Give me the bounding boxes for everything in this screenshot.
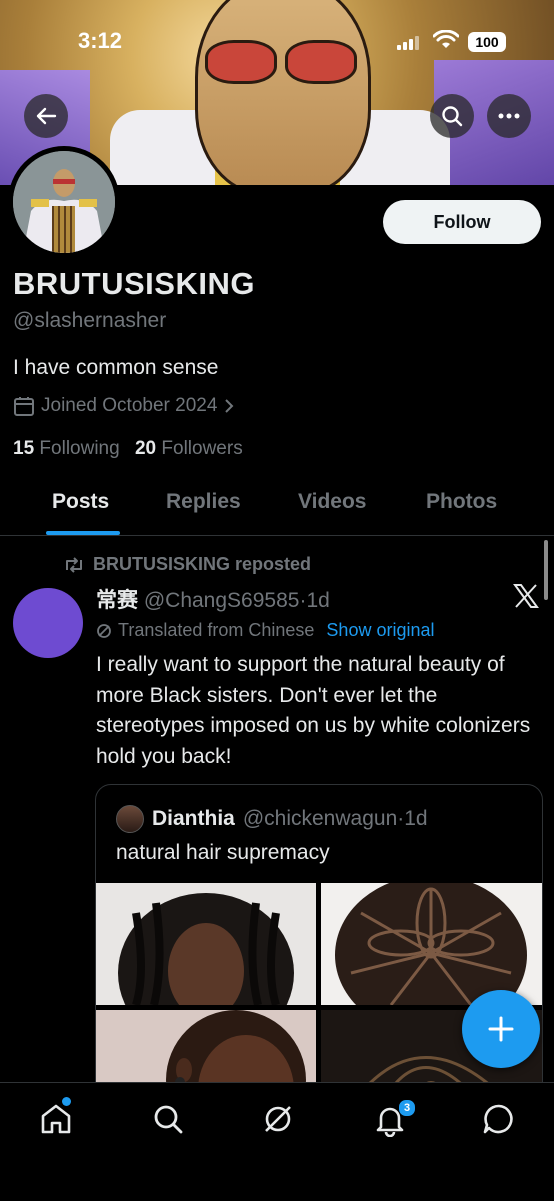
x-logo-icon bbox=[513, 584, 539, 608]
plus-icon bbox=[488, 1016, 514, 1042]
quote-author-avatar bbox=[116, 805, 144, 833]
joined-label: Joined October 2024 bbox=[41, 395, 218, 416]
tab-replies[interactable]: Replies bbox=[166, 490, 241, 514]
translate-icon bbox=[97, 623, 111, 638]
arrow-left-icon bbox=[36, 107, 57, 125]
followers-label: Followers bbox=[161, 438, 243, 459]
status-time: 3:12 bbox=[78, 28, 123, 53]
profile-tabs: Posts Replies Videos Photos bbox=[0, 478, 554, 536]
grok-icon[interactable] bbox=[260, 1101, 296, 1137]
quote-author-handle: @chickenwagun bbox=[242, 807, 398, 830]
profile-avatar-border bbox=[8, 146, 120, 258]
quote-header: Dianthia @chickenwagun·1d bbox=[116, 805, 428, 833]
search-button[interactable] bbox=[430, 94, 474, 138]
quote-image-1[interactable] bbox=[96, 883, 316, 1005]
post-time[interactable]: 1d bbox=[306, 589, 329, 612]
messages-icon[interactable] bbox=[481, 1101, 517, 1137]
signal-icon bbox=[397, 36, 419, 50]
tab-videos[interactable]: Videos bbox=[298, 490, 366, 514]
show-original-link[interactable]: Show original bbox=[326, 620, 434, 641]
tab-posts[interactable]: Posts bbox=[52, 490, 109, 514]
post-author-name[interactable]: 常赛 bbox=[96, 589, 138, 612]
more-icon bbox=[498, 113, 520, 119]
followers-count: 20 bbox=[134, 438, 157, 459]
status-bar: 3:12 100 bbox=[0, 24, 554, 64]
followers-link[interactable]: 20 Followers bbox=[135, 438, 243, 459]
translation-note: Translated from Chinese Show original bbox=[96, 620, 434, 641]
compose-post-button[interactable] bbox=[462, 990, 540, 1068]
post-header: 常赛 @ChangS69585·1d bbox=[96, 584, 330, 614]
profile-display-name: BRUTUSISKING bbox=[13, 266, 255, 301]
following-count: 15 bbox=[13, 438, 35, 459]
bottom-navigation: 3 bbox=[0, 1082, 554, 1201]
repost-icon bbox=[66, 556, 82, 573]
quote-time: 1d bbox=[404, 807, 428, 830]
wifi-icon bbox=[433, 30, 459, 48]
profile-bio: I have common sense bbox=[13, 356, 219, 379]
scrollbar[interactable] bbox=[544, 540, 548, 600]
post-author-handle[interactable]: @ChangS69585 bbox=[144, 589, 300, 612]
post-text: I really want to support the natural bea… bbox=[96, 653, 531, 768]
home-icon[interactable] bbox=[38, 1101, 74, 1137]
active-tab-indicator bbox=[46, 531, 120, 535]
calendar-icon bbox=[14, 397, 34, 416]
translated-label: Translated from Chinese bbox=[118, 620, 315, 640]
quote-author-name: Dianthia bbox=[152, 807, 235, 830]
tab-photos[interactable]: Photos bbox=[426, 490, 497, 514]
chevron-right-icon bbox=[225, 399, 234, 413]
search-icon bbox=[442, 106, 463, 127]
follow-button[interactable]: Follow bbox=[383, 200, 541, 244]
notification-badge: 3 bbox=[398, 1099, 416, 1117]
home-unread-dot bbox=[62, 1097, 71, 1106]
follow-stats: 15 Following 20 Followers bbox=[13, 438, 243, 460]
following-label: Following bbox=[39, 438, 120, 459]
quote-text: natural hair supremacy bbox=[116, 841, 330, 864]
following-link[interactable]: 15 Following bbox=[13, 438, 120, 459]
repost-context: BRUTUSISKING reposted bbox=[63, 554, 311, 575]
quote-image-2[interactable] bbox=[321, 883, 542, 1005]
battery-icon: 100 bbox=[468, 32, 506, 52]
back-button[interactable] bbox=[24, 94, 68, 138]
profile-handle: @slashernasher bbox=[13, 309, 167, 332]
avatar[interactable] bbox=[13, 151, 115, 253]
joined-date[interactable]: Joined October 2024 bbox=[13, 395, 235, 417]
avatar-image bbox=[13, 151, 115, 253]
search-icon[interactable] bbox=[150, 1101, 186, 1137]
repost-label: BRUTUSISKING reposted bbox=[93, 554, 312, 574]
more-button[interactable] bbox=[487, 94, 531, 138]
post-author-avatar[interactable] bbox=[13, 588, 83, 658]
